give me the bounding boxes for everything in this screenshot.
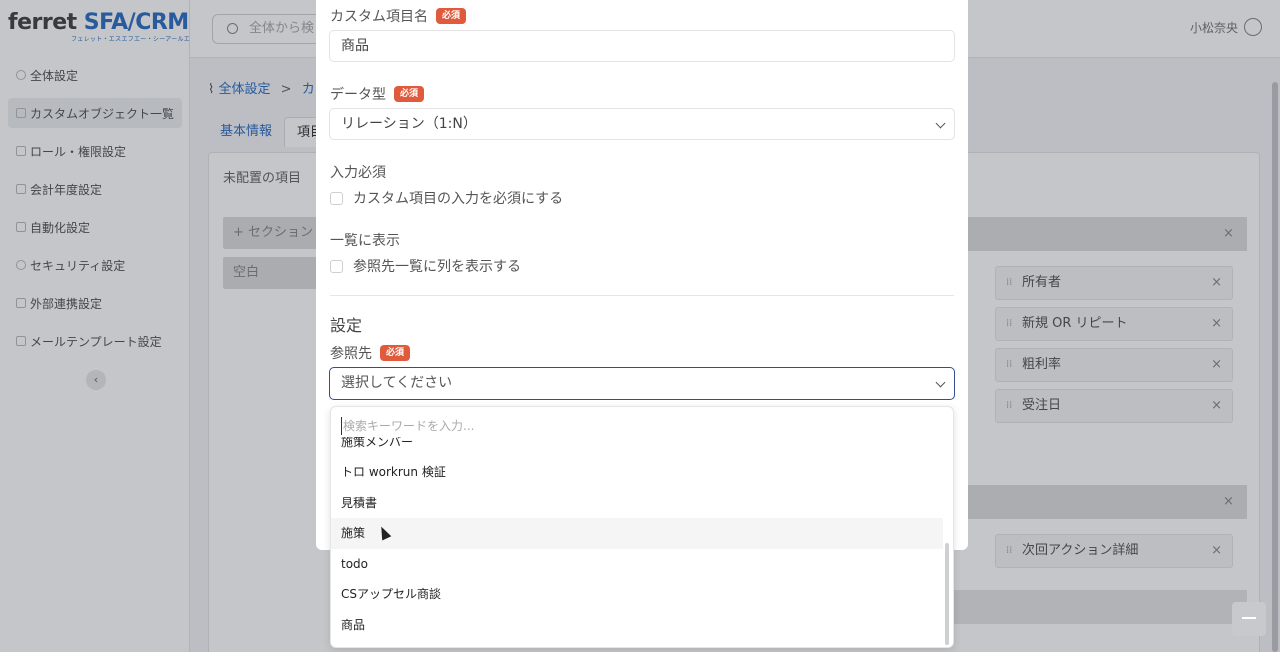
show-in-list-checkbox[interactable]: [330, 259, 343, 273]
field-label: カスタム項目名: [330, 9, 428, 25]
custom-item-name-label: カスタム項目名 必須: [330, 6, 467, 26]
input-required-checkbox-row[interactable]: カスタム項目の入力を必須にする: [330, 188, 563, 208]
data-type-label: データ型 必須: [330, 84, 425, 104]
show-in-list-checkbox-row[interactable]: 参照先一覧に列を表示する: [330, 256, 521, 276]
show-in-list-label: 一覧に表示: [330, 230, 400, 250]
input-required-checkbox[interactable]: [330, 191, 343, 205]
input-required-label: 入力必須: [330, 162, 386, 182]
scroll-to-top-button[interactable]: [1232, 602, 1266, 636]
divider: [330, 295, 954, 296]
reference-label: 参照先 必須: [330, 343, 411, 363]
dropdown-scrollbar[interactable]: [945, 543, 949, 645]
dropdown-option[interactable]: 見積書: [331, 488, 943, 519]
field-label: 参照先: [330, 346, 372, 362]
required-badge: 必須: [394, 86, 425, 102]
input-value: 商品: [341, 38, 369, 54]
dropdown-option[interactable]: 商品: [331, 610, 943, 641]
reference-select[interactable]: 選択してください: [329, 367, 955, 400]
checkbox-label[interactable]: カスタム項目の入力を必須にする: [353, 188, 563, 208]
required-badge: 必須: [380, 345, 411, 361]
required-badge: 必須: [436, 8, 467, 24]
field-label: データ型: [330, 87, 386, 103]
checkbox-label[interactable]: 参照先一覧に列を表示する: [353, 256, 521, 276]
search-placeholder: 検索キーワードを入力...: [343, 419, 475, 433]
dropdown-option[interactable]: トロ workrun 検証: [331, 457, 943, 488]
field-label: 一覧に表示: [330, 233, 400, 249]
dropdown-options: 施策メンバー トロ workrun 検証 見積書 施策 todo CSアップセル…: [331, 437, 943, 641]
dropdown-option[interactable]: CSアップセル商談: [331, 579, 943, 610]
dropdown-option[interactable]: 施策: [331, 518, 943, 549]
select-value: リレーション（1:N）: [341, 116, 477, 132]
dropdown-option[interactable]: 施策メンバー: [331, 437, 943, 457]
custom-item-name-input[interactable]: 商品: [329, 30, 955, 62]
dropdown-search-input[interactable]: 検索キーワードを入力...: [341, 417, 921, 435]
reference-dropdown: 検索キーワードを入力... 施策メンバー トロ workrun 検証 見積書 施…: [330, 406, 954, 648]
chevron-down-icon: [935, 377, 946, 388]
data-type-select[interactable]: リレーション（1:N）: [329, 108, 955, 140]
dropdown-option[interactable]: todo: [331, 549, 943, 580]
chevron-down-icon: [935, 118, 946, 129]
settings-section-title: 設定: [330, 316, 363, 335]
field-label: 入力必須: [330, 165, 386, 181]
select-placeholder: 選択してください: [341, 375, 453, 391]
